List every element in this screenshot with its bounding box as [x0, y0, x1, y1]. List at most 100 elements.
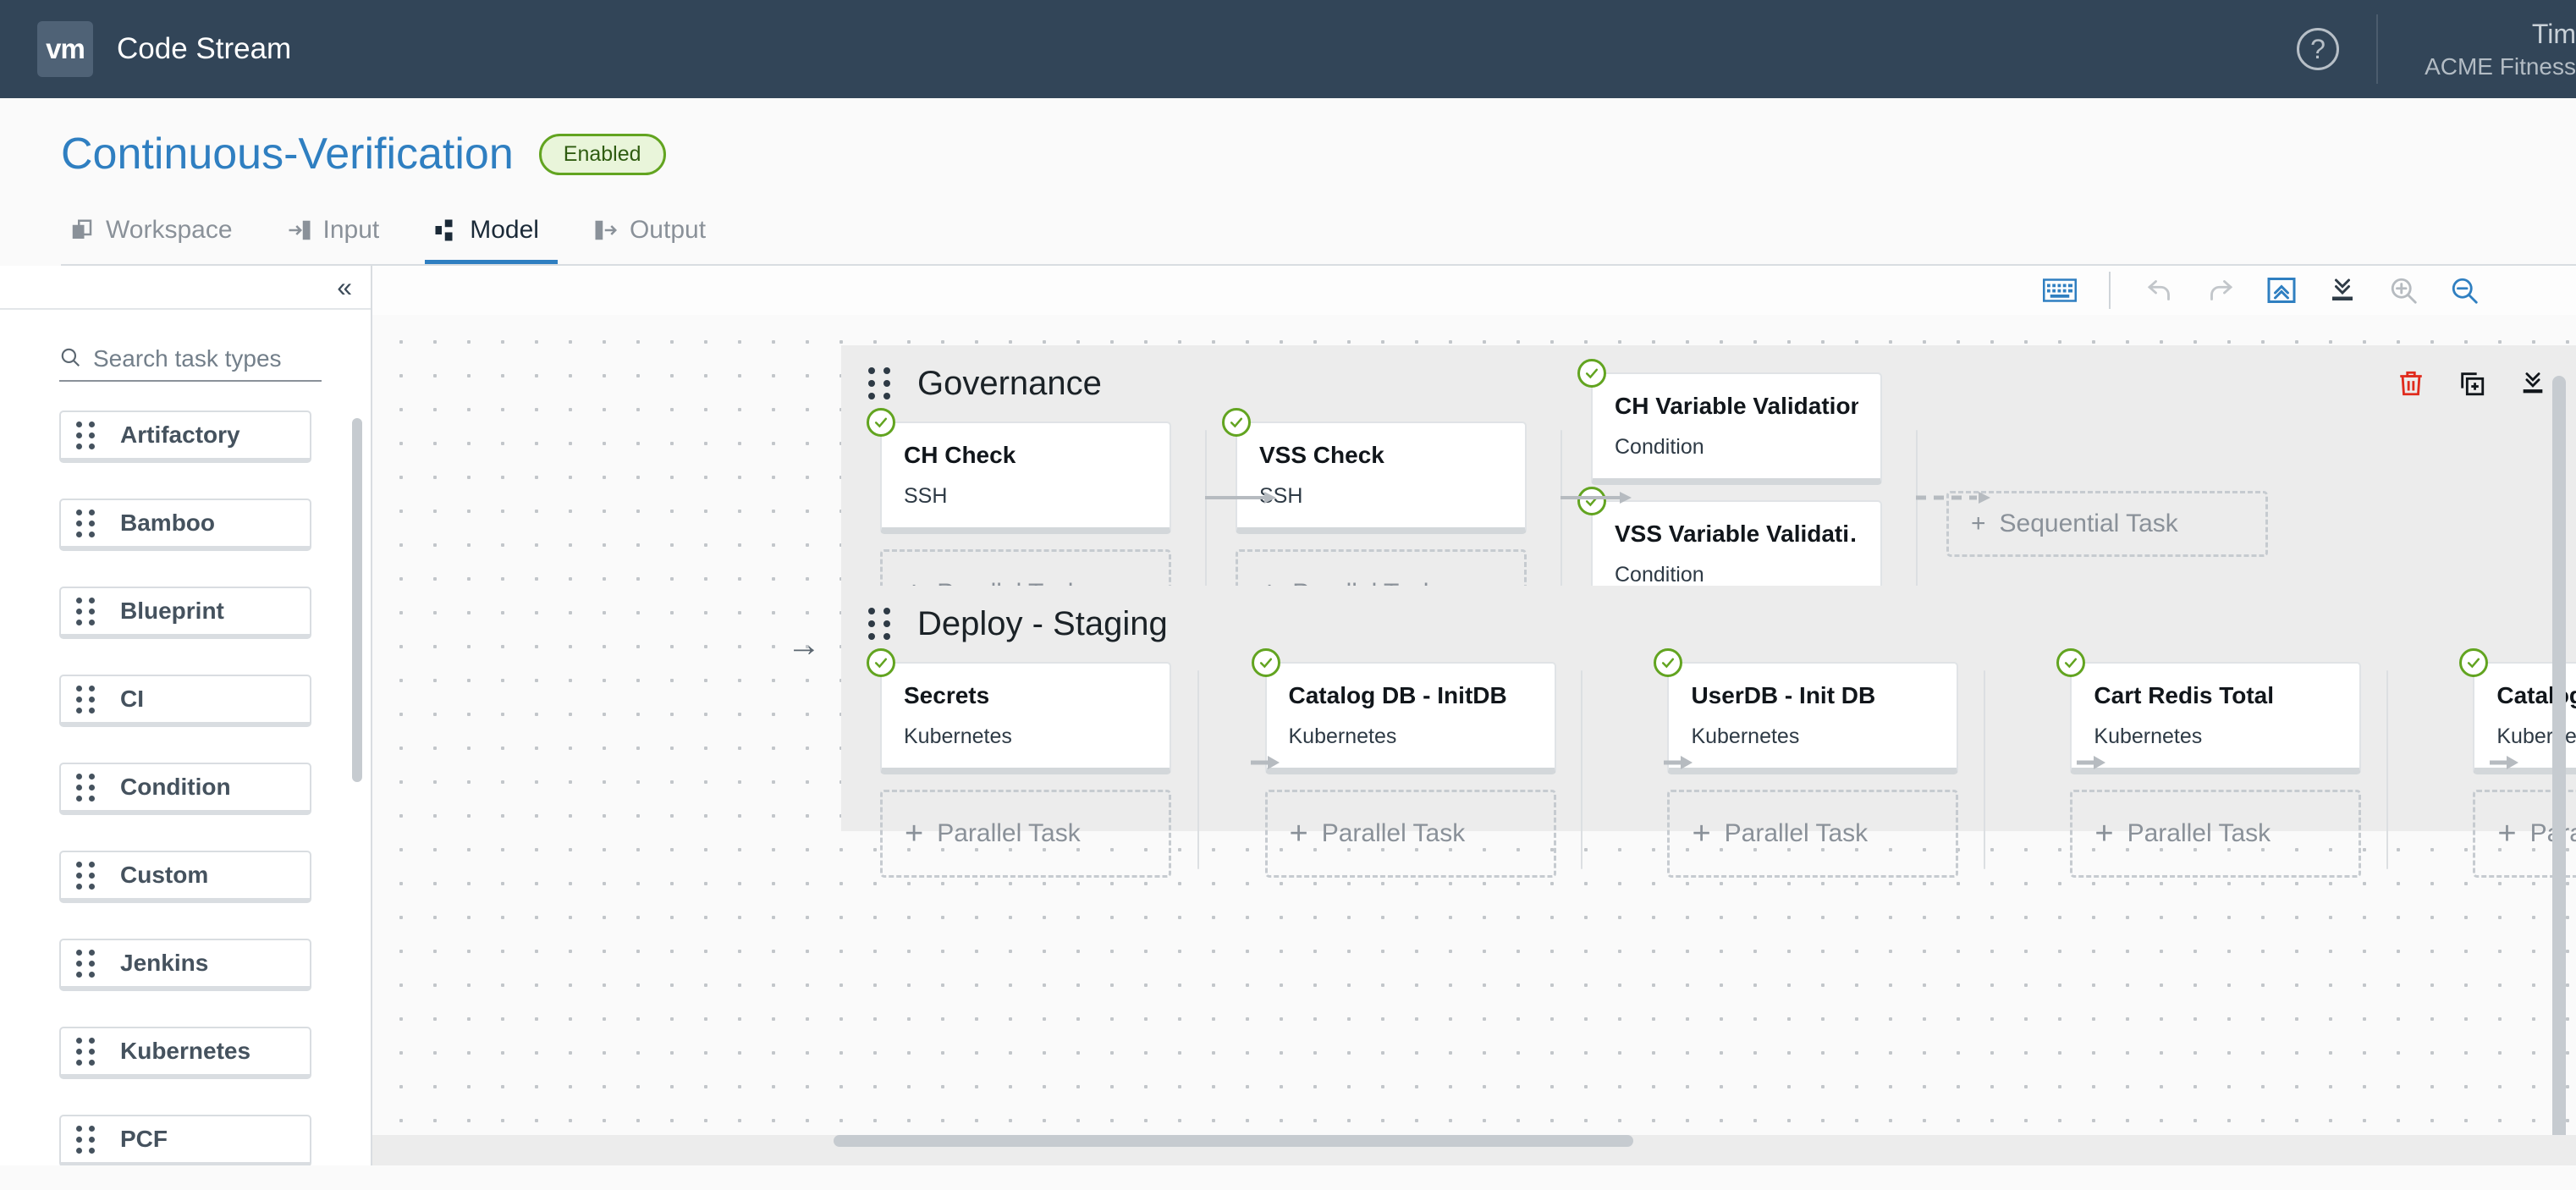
task-type-label: Condition — [120, 774, 231, 800]
task-type: Kubernetes — [1691, 724, 1800, 748]
drag-handle-icon[interactable] — [868, 367, 890, 399]
add-parallel-task-dropzone[interactable]: + Parallel Task — [1264, 790, 1556, 878]
task-type-label: Custom — [120, 862, 209, 888]
status-ok-icon — [867, 408, 895, 437]
task-type: Condition — [1615, 563, 1704, 587]
tab-output[interactable]: Output — [585, 216, 724, 264]
canvas-horizontal-scrollbar-track[interactable] — [372, 1135, 2576, 1165]
task-type-jenkins[interactable]: Jenkins — [59, 939, 311, 991]
status-ok-icon — [1251, 648, 1280, 677]
canvas-horizontal-scrollbar[interactable] — [834, 1135, 1633, 1147]
task-title: Catalog DB - InitDB — [1288, 682, 1507, 708]
workspace-icon — [69, 218, 95, 243]
task-column: UserDB - Init DB Kubernetes + Parallel T… — [1654, 648, 2070, 878]
search-icon — [59, 346, 81, 372]
task-card-userdb-init-db[interactable]: UserDB - Init DB Kubernetes — [1654, 648, 1959, 774]
connector-arrow — [1560, 489, 1637, 506]
search-task-types[interactable] — [59, 345, 322, 382]
task-card-ch-check[interactable]: CH Check SSH — [867, 408, 1171, 534]
redo-icon[interactable] — [2190, 266, 2251, 315]
task-type-ci[interactable]: CI — [59, 675, 311, 727]
plus-icon: + — [1289, 816, 1308, 851]
drag-handle-icon[interactable] — [76, 421, 95, 449]
stage-governance[interactable]: Governance CH Check SSH VSS Check SSH CH… — [841, 345, 2576, 716]
zoom-out-icon[interactable] — [2434, 266, 2495, 315]
model-canvas-area: Governance CH Check SSH VSS Check SSH CH… — [372, 266, 2576, 1165]
task-title: UserDB - Init DB — [1691, 682, 1876, 708]
stage-connector-arrow: → — [787, 626, 821, 664]
drag-handle-icon[interactable] — [868, 608, 890, 640]
user-menu[interactable]: Tim ACME Fitness — [2415, 19, 2576, 80]
app-title: Code Stream — [117, 32, 292, 65]
drag-handle-icon[interactable] — [76, 773, 95, 802]
plus-icon: + — [2497, 816, 2517, 851]
add-parallel-task-dropzone[interactable]: + Parallel Task — [2070, 790, 2362, 878]
stage-deploy-staging[interactable]: Deploy - Staging Secrets Kubernetes + Pa… — [841, 586, 2576, 878]
add-parallel-task-label: Parallel Task — [2127, 819, 2271, 847]
pipeline-canvas[interactable]: Governance CH Check SSH VSS Check SSH CH… — [372, 315, 2576, 1165]
status-ok-icon — [2459, 648, 2489, 677]
task-type-custom[interactable]: Custom — [59, 851, 311, 903]
task-type: Kubernetes — [904, 724, 1012, 748]
task-type-kubernetes[interactable]: Kubernetes — [59, 1027, 311, 1079]
task-type-blueprint[interactable]: Blueprint — [59, 587, 311, 639]
drag-handle-icon[interactable] — [76, 1125, 95, 1154]
task-title: VSS Variable Validati… — [1615, 521, 1858, 547]
expand-all-icon[interactable] — [2312, 266, 2373, 315]
collapse-all-icon[interactable] — [2251, 266, 2312, 315]
stage-title: Deploy - Staging — [917, 604, 1168, 642]
delete-stage-icon[interactable] — [2397, 369, 2425, 398]
tab-model-label: Model — [470, 216, 539, 244]
vmware-logo-text: vm — [46, 33, 85, 64]
tab-model[interactable]: Model — [425, 216, 558, 264]
plus-icon: + — [905, 816, 924, 851]
drag-handle-icon[interactable] — [76, 509, 95, 537]
tab-output-label: Output — [629, 216, 707, 244]
tab-workspace[interactable]: Workspace — [61, 216, 251, 264]
zoom-in-icon[interactable] — [2373, 266, 2434, 315]
drag-handle-icon[interactable] — [76, 949, 95, 978]
task-types-list: Artifactory Bamboo Blueprint CI Conditio… — [0, 410, 371, 1165]
add-parallel-task-label: Parallel Task — [1724, 819, 1869, 847]
task-title: CH Variable Validation — [1615, 393, 1858, 419]
task-type-pcf[interactable]: PCF — [59, 1115, 311, 1165]
help-icon[interactable]: ? — [2297, 28, 2339, 70]
task-type-label: PCF — [120, 1126, 168, 1152]
task-card-ch-variable-validation[interactable]: CH Variable Validation Condition — [1577, 359, 1882, 485]
task-type-condition[interactable]: Condition — [59, 763, 311, 815]
status-ok-icon — [2056, 648, 2086, 677]
add-parallel-task-dropzone[interactable]: + Parallel Task — [1667, 790, 1959, 878]
add-sequential-task-label: Sequential Task — [1999, 510, 2178, 537]
title-row: Continuous-Verification Enabled — [61, 129, 2576, 179]
help-icon-glyph: ? — [2310, 33, 2326, 64]
task-card-cart-redis-total[interactable]: Cart Redis Total Kubernetes — [2056, 648, 2362, 774]
add-parallel-task-dropzone[interactable]: + Parallel Task — [880, 790, 1171, 878]
tab-input[interactable]: Input — [278, 216, 399, 264]
task-type-artifactory[interactable]: Artifactory — [59, 410, 311, 463]
vmware-logo[interactable]: vm — [37, 21, 93, 77]
undo-icon[interactable] — [2129, 266, 2190, 315]
sidebar-scrollbar[interactable] — [352, 418, 362, 782]
search-input[interactable] — [93, 345, 322, 372]
duplicate-stage-icon[interactable] — [2458, 369, 2486, 398]
drag-handle-icon[interactable] — [76, 861, 95, 890]
status-ok-icon — [867, 648, 895, 677]
collapse-stage-icon[interactable] — [2518, 369, 2547, 398]
drag-handle-icon[interactable] — [76, 1037, 95, 1066]
stage-deploy-columns: Secrets Kubernetes + Parallel Task Catal… — [841, 648, 2576, 878]
drag-handle-icon[interactable] — [76, 597, 95, 625]
drag-handle-icon[interactable] — [76, 685, 95, 713]
keyboard-shortcuts-icon[interactable] — [2029, 266, 2090, 315]
task-card-vss-check[interactable]: VSS Check SSH — [1222, 408, 1527, 534]
canvas-vertical-scrollbar[interactable] — [2552, 376, 2566, 1165]
task-type: SSH — [904, 484, 948, 508]
column-divider — [1197, 670, 1199, 869]
status-ok-icon — [1222, 408, 1251, 437]
task-card-secrets[interactable]: Secrets Kubernetes — [867, 648, 1171, 774]
task-type-bamboo[interactable]: Bamboo — [59, 499, 311, 551]
task-type-label: Jenkins — [120, 950, 209, 976]
task-type-label: Bamboo — [120, 510, 215, 536]
status-ok-icon — [1654, 648, 1683, 677]
sidebar-collapse-button[interactable]: « — [0, 266, 371, 310]
task-card-catalog-db-initdb[interactable]: Catalog DB - InitDB Kubernetes — [1251, 648, 1556, 774]
